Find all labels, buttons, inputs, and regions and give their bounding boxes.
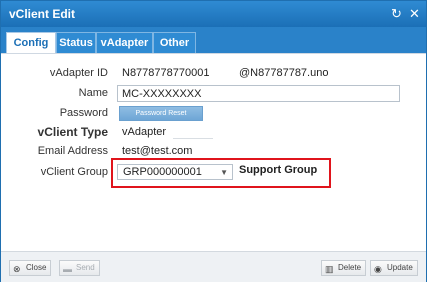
password-reset-button[interactable]: Password Reset [119,106,203,121]
vclient-group-label: vClient Group [40,166,108,178]
dialog-title: vClient Edit [9,7,76,21]
close-icon[interactable]: ✕ [407,6,422,21]
vclient-edit-dialog: vClient Edit ↻ ✕ Config Status vAdapter … [0,0,427,282]
vadapter-id-value: N8778778770001 [122,67,210,79]
title-bar: vClient Edit ↻ ✕ [1,1,426,27]
vclient-group-select[interactable]: GRP000000001 ▼ [117,164,233,180]
save-icon: ◉ [374,264,382,274]
close-button[interactable]: ⊗ Close [9,260,52,276]
send-icon: ▬ [63,264,72,274]
tab-vadapter[interactable]: vAdapter [96,32,153,53]
name-field[interactable]: MC-XXXXXXXX [117,85,400,102]
email-label: Email Address [37,145,108,157]
dialog-footer: ⊗ Close ▬ Send ▥ Delete ◉ Update [1,251,426,282]
tab-other[interactable]: Other [153,32,196,53]
config-form: vAdapter ID N8778778770001 @N87787787.un… [1,53,426,252]
vclient-type-value: vAdapter [122,126,167,138]
refresh-icon[interactable]: ↻ [389,6,404,21]
tab-bar: Config Status vAdapter Other [1,27,426,53]
tab-config[interactable]: Config [6,32,56,53]
vclient-type-label: vClient Type [37,125,108,139]
send-button[interactable]: ▬ Send [59,260,100,276]
group-note: Support Group [239,164,318,176]
vclient-type-underline [173,138,213,139]
close-icon: ⊗ [13,264,21,274]
chevron-down-icon: ▼ [220,168,228,177]
vadapter-id-label: vAdapter ID [49,67,108,79]
tab-status[interactable]: Status [56,32,96,53]
name-label: Name [78,87,108,99]
vclient-group-value: GRP000000001 [123,166,202,178]
trash-icon: ▥ [325,264,334,274]
delete-button[interactable]: ▥ Delete [321,260,367,276]
password-label: Password [59,107,108,119]
email-value: test@test.com [122,145,193,157]
update-button[interactable]: ◉ Update [370,260,418,276]
vadapter-id-suffix: @N87787787.uno [239,67,329,79]
